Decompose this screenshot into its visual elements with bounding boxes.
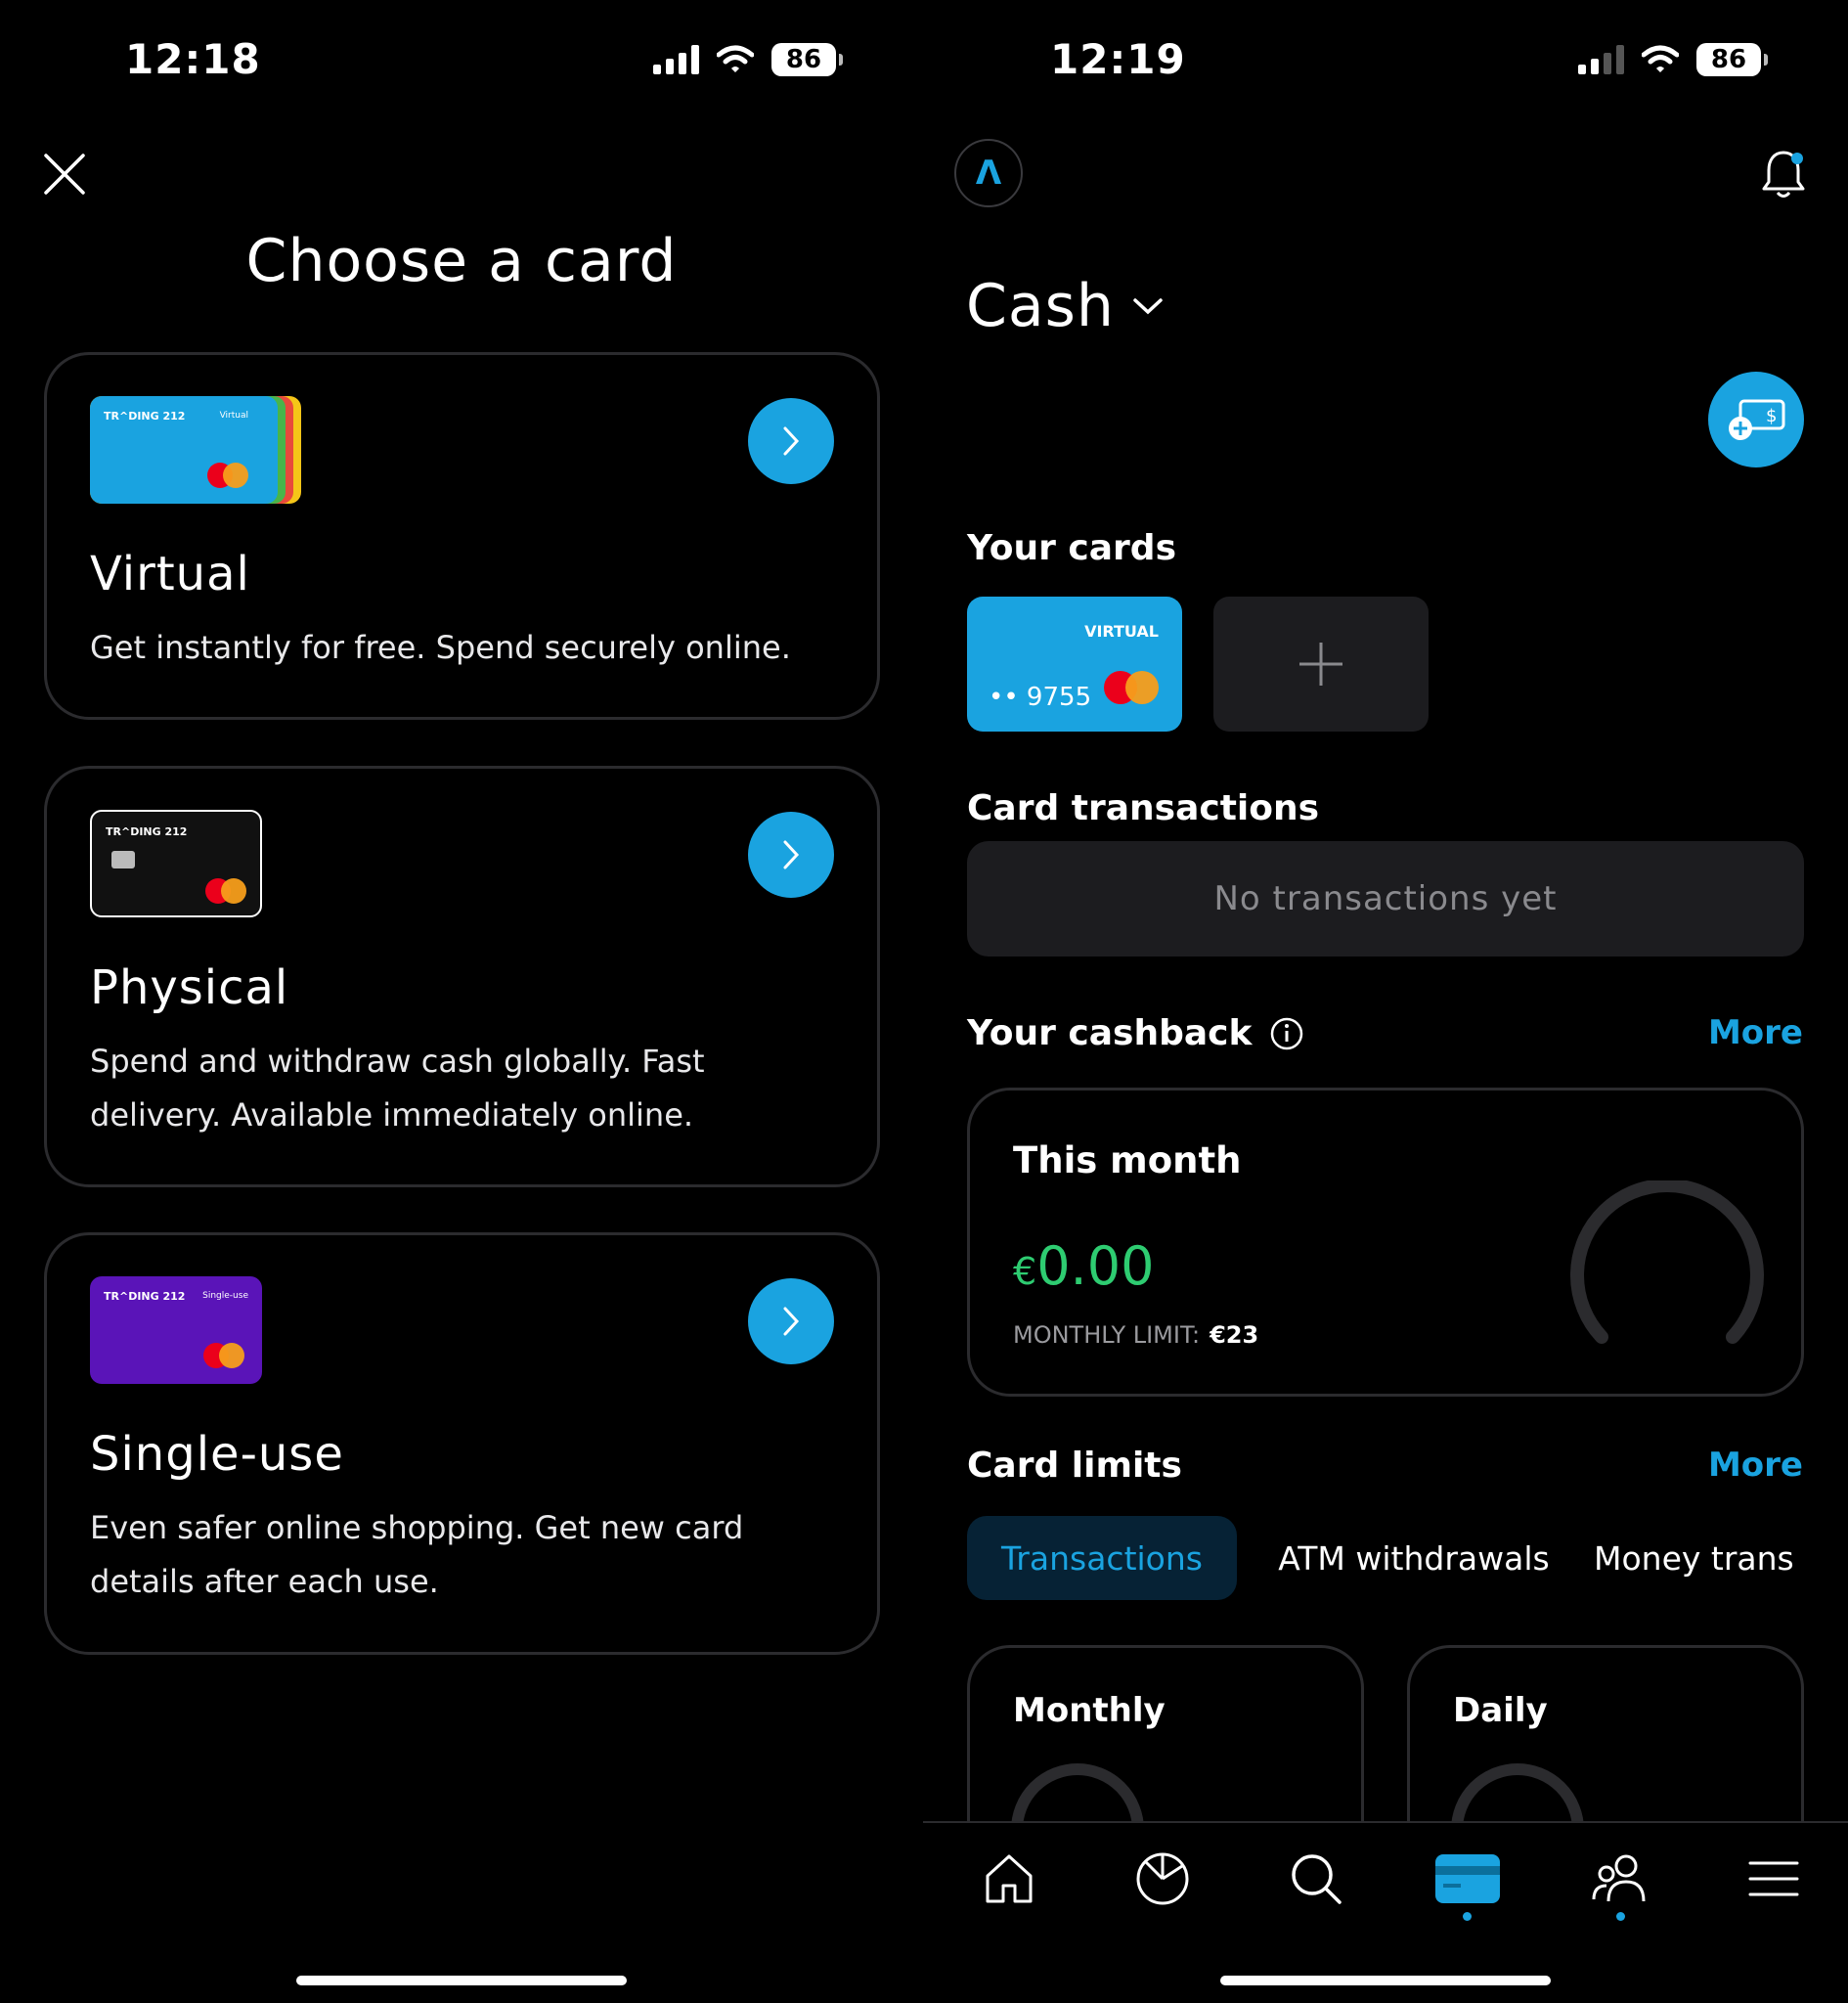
battery-indicator: 86 [771,43,843,76]
limit-panel-title: Daily [1453,1691,1548,1730]
card-brand-text: TR^DING 212 [104,1290,186,1303]
physical-card-image: TR^DING 212 [90,810,262,917]
virtual-card-select-button[interactable] [748,398,834,484]
home-indicator[interactable] [1220,1976,1551,1985]
option-title: Virtual [90,547,250,601]
empty-state-text: No transactions yet [1213,879,1558,918]
card-icon [1435,1854,1500,1903]
virtual-card-thumbnail[interactable]: VIRTUAL •• 9755 [967,597,1182,732]
card-masked-number: •• 9755 [989,683,1092,712]
nav-community-dot [1616,1912,1625,1921]
menu-icon [1748,1861,1799,1896]
single-use-card-select-button[interactable] [748,1278,834,1364]
mastercard-logo-icon [203,1343,248,1368]
nav-menu[interactable] [1739,1847,1808,1911]
option-description: Spend and withdraw cash globally. Fast d… [90,1043,705,1134]
option-description: Get instantly for free. Spend securely o… [90,629,791,666]
tab-transactions[interactable]: Transactions [967,1516,1237,1600]
card-brand-text: TR^DING 212 [104,410,186,423]
cashback-more-link[interactable]: More [1708,1013,1803,1052]
cashback-value: 0.00 [1036,1235,1155,1297]
home-indicator[interactable] [296,1976,627,1985]
daily-limit-gauge [1451,1763,1584,1831]
cashback-limit: MONTHLY LIMIT: €23 [1013,1321,1258,1349]
monthly-limit-gauge [1011,1763,1144,1831]
plus-icon [1299,643,1342,686]
nav-portfolio[interactable] [1128,1847,1197,1911]
option-description: Even safer online shopping. Get new card… [90,1509,744,1600]
card-tag-text: Virtual [219,411,248,421]
cashback-header: Your cashback [967,1013,1304,1053]
logo-letter: Λ [975,154,1002,193]
account-selector[interactable]: Cash [966,272,1164,340]
info-icon[interactable] [1269,1016,1304,1051]
nav-home[interactable] [975,1847,1043,1911]
cashback-title: Your cashback [967,1013,1253,1053]
status-time: 12:19 [1050,35,1186,83]
physical-card-option[interactable]: TR^DING 212 Physical Spend and withdraw … [44,766,880,1187]
chevron-right-icon [783,840,800,869]
add-cash-icon: $ [1729,399,1785,440]
page-title: Choose a card [245,227,678,295]
single-use-card-image: TR^DING 212 Single-use [90,1276,262,1384]
mastercard-logo-icon [1104,671,1163,704]
cellular-signal-icon [1578,45,1624,74]
cashback-progress-gauge [1570,1180,1764,1344]
card-tag-text: Single-use [202,1291,248,1301]
portfolio-pie-icon [1136,1852,1189,1905]
virtual-card-image: TR^DING 212 Virtual [90,396,301,504]
card-limits-more-link[interactable]: More [1708,1446,1803,1485]
chip-icon [111,851,135,868]
tab-money-transfers[interactable]: Money trans [1594,1516,1848,1600]
transactions-empty-state: No transactions yet [967,841,1804,957]
account-selector-label: Cash [966,272,1115,340]
cashback-limit-label: MONTHLY LIMIT: [1013,1321,1201,1349]
home-icon [986,1854,1033,1903]
add-money-button[interactable]: $ [1708,372,1804,467]
nav-card-active-dot [1463,1912,1472,1921]
wifi-icon [717,45,754,72]
status-time: 12:18 [125,35,261,83]
battery-indicator: 86 [1696,43,1768,76]
chevron-right-icon [783,426,800,456]
cashback-amount: € 0.00 [1013,1235,1154,1297]
add-card-button[interactable] [1213,597,1429,732]
chevron-down-icon [1133,298,1163,315]
virtual-card-option[interactable]: TR^DING 212 Virtual Virtual Get instantl… [44,352,880,720]
cash-screen: 12:19 86 Λ Cash $ Your cards VIRTUAL •• … [923,0,1848,2003]
wifi-icon [1642,45,1679,72]
card-limits-title: Card limits [967,1446,1182,1486]
nav-card[interactable] [1430,1847,1506,1911]
nav-community[interactable] [1586,1847,1654,1911]
chevron-right-icon [783,1307,800,1336]
card-transactions-title: Card transactions [967,788,1320,828]
account-avatar[interactable]: Λ [954,139,1023,207]
cellular-signal-icon [653,45,699,74]
search-icon [1292,1854,1342,1904]
option-title: Single-use [90,1427,344,1482]
status-icons: 86 [653,43,843,76]
option-title: Physical [90,960,289,1015]
people-icon [1592,1854,1646,1902]
card-brand-text: TR^DING 212 [106,825,188,838]
physical-card-select-button[interactable] [748,812,834,898]
mastercard-logo-icon [207,463,252,488]
notification-bell-icon[interactable] [1760,147,1807,201]
limit-panel-title: Monthly [1013,1691,1166,1730]
cashback-currency: € [1013,1250,1037,1293]
nav-search[interactable] [1282,1847,1350,1911]
cashback-period: This month [1013,1139,1242,1181]
choose-card-screen: 12:18 86 Choose a card TR^DING 212 Virtu… [0,0,923,2003]
single-use-card-option[interactable]: TR^DING 212 Single-use Single-use Even s… [44,1232,880,1655]
tab-atm-withdrawals[interactable]: ATM withdrawals [1265,1516,1562,1600]
cashback-limit-value: €23 [1210,1321,1259,1349]
your-cards-title: Your cards [967,528,1176,568]
close-icon[interactable] [43,153,86,196]
mastercard-logo-icon [205,878,250,904]
svg-text:$: $ [1766,406,1777,426]
status-icons: 86 [1578,43,1768,76]
cashback-panel[interactable]: This month € 0.00 MONTHLY LIMIT: €23 [967,1088,1804,1397]
card-tag-text: VIRTUAL [1084,622,1159,641]
